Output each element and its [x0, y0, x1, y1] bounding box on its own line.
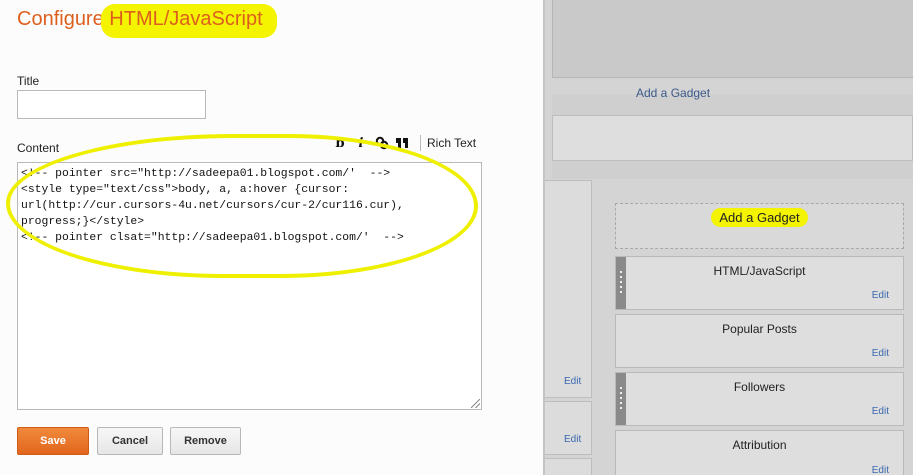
resize-handle-icon[interactable]: [471, 399, 480, 408]
content-text: <!-- pointer src="http://sadeepa01.blogs…: [21, 166, 404, 246]
content-line: <style type="text/css">body, a, a:hover …: [21, 184, 350, 196]
rich-text-link[interactable]: Rich Text: [427, 136, 476, 150]
configure-dialog: Configure HTML/JavaScript Title Content …: [0, 0, 545, 475]
editor-toolbar: b i Rich Text: [330, 133, 476, 153]
gadget-title: Followers: [733, 380, 786, 394]
save-button[interactable]: Save: [17, 427, 89, 455]
content-label: Content: [17, 141, 60, 155]
content-line: <!-- pointer clsat="http://sadeepa01.blo…: [21, 232, 404, 244]
title-input[interactable]: [17, 90, 206, 119]
gadget-title: Popular Posts: [722, 322, 797, 336]
layout-header-box: [552, 115, 913, 161]
gadget-edit-link[interactable]: Edit: [872, 465, 889, 475]
dialog-title-prefix: Configure: [17, 8, 110, 30]
gadget-edit-link[interactable]: Edit: [872, 406, 889, 417]
layout-header-band: [552, 0, 913, 78]
content-line: <!-- pointer src="http://sadeepa01.blogs…: [21, 168, 391, 180]
italic-button[interactable]: i: [351, 134, 371, 152]
content-textarea[interactable]: <!-- pointer src="http://sadeepa01.blogs…: [17, 162, 482, 410]
quote-icon[interactable]: [393, 134, 413, 152]
gadget-html-javascript[interactable]: HTML/JavaScript Edit: [615, 256, 904, 310]
add-gadget-label: Add a Gadget: [711, 208, 808, 227]
dialog-title: Configure HTML/JavaScript: [17, 8, 263, 31]
link-icon[interactable]: [372, 134, 392, 152]
header-add-gadget-link[interactable]: Add a Gadget: [636, 86, 710, 100]
gadget-edit-link[interactable]: Edit: [872, 348, 889, 359]
add-gadget-button[interactable]: Add a Gadget: [615, 203, 904, 249]
main-column-gadget: [540, 401, 592, 455]
main-column-gadget: [540, 180, 592, 398]
edit-link[interactable]: Edit: [564, 376, 581, 387]
content-line: url(http://cur.cursors-4u.net/cursors/cu…: [21, 200, 404, 212]
main-column-gadget: [540, 458, 592, 475]
gadget-edit-link[interactable]: Edit: [872, 290, 889, 301]
gadget-popular-posts[interactable]: Popular Posts Edit: [615, 314, 904, 368]
dialog-titlebar: Configure HTML/JavaScript: [0, 0, 543, 48]
toolbar-divider: [420, 135, 421, 151]
gadget-title: Attribution: [732, 438, 787, 452]
cancel-button[interactable]: Cancel: [97, 427, 163, 455]
gadget-title: HTML/JavaScript: [713, 264, 806, 278]
content-line: progress;}</style>: [21, 216, 145, 228]
dialog-title-highlight: HTML/JavaScript: [109, 8, 263, 30]
edit-link[interactable]: Edit: [564, 434, 581, 445]
remove-button[interactable]: Remove: [170, 427, 241, 455]
gadget-attribution[interactable]: Attribution Edit: [615, 430, 904, 475]
title-label: Title: [17, 74, 40, 88]
gadget-followers[interactable]: Followers Edit: [615, 372, 904, 426]
bold-button[interactable]: b: [330, 134, 350, 152]
